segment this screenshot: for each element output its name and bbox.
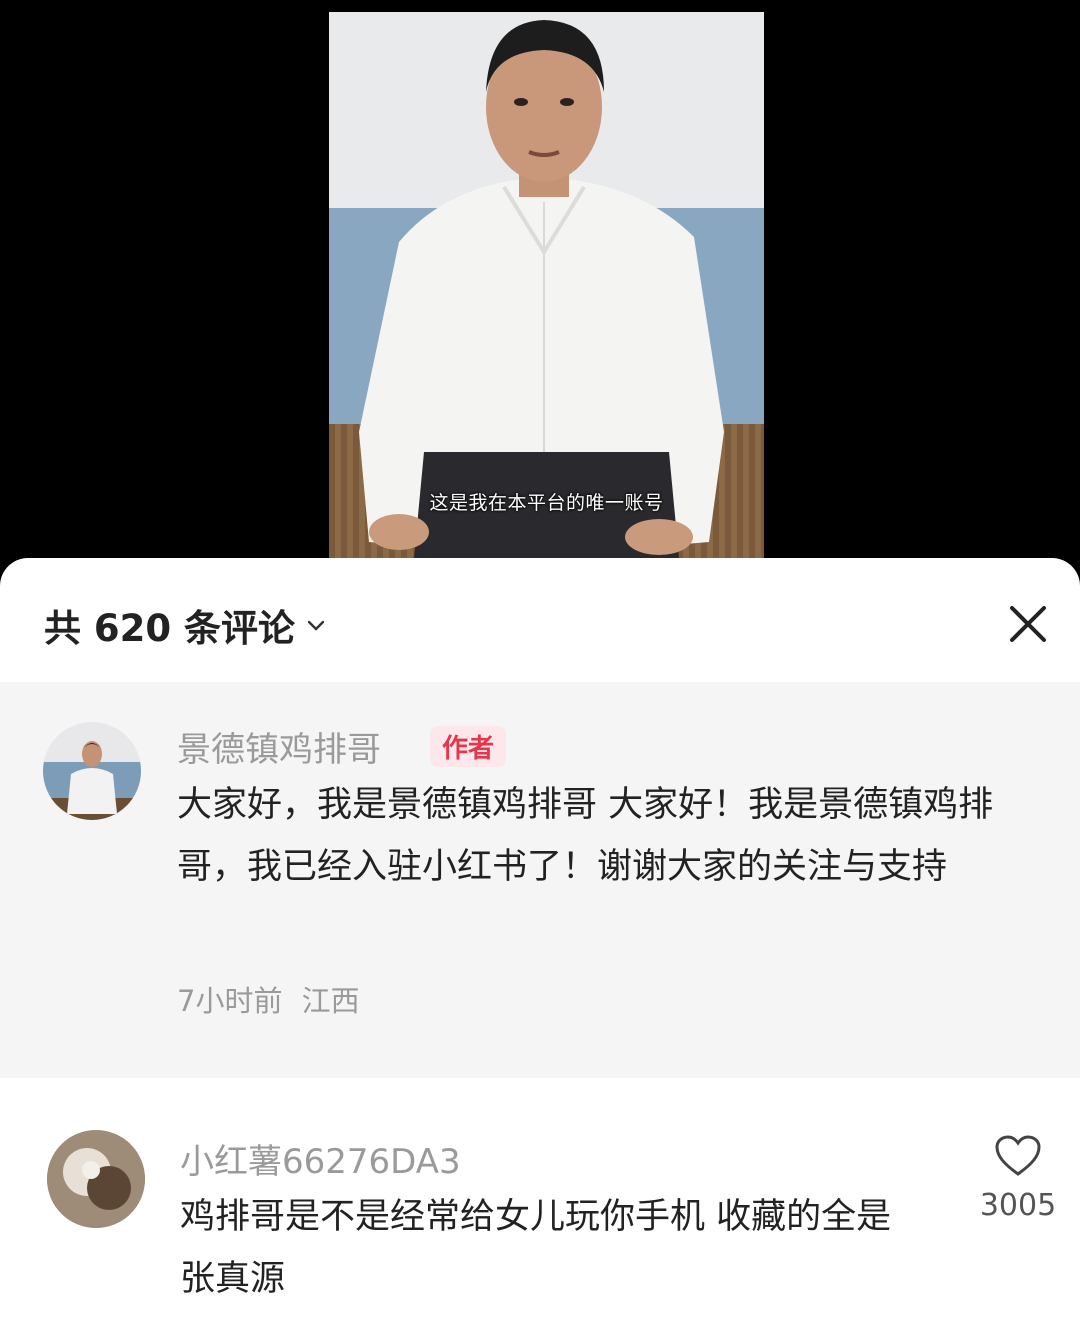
comment-meta: 7小时前 江西 bbox=[177, 978, 360, 1020]
avatar[interactable] bbox=[43, 722, 141, 820]
list-item[interactable]: 小红薯66276DA3 鸡排哥是不是经常给女儿玩你手机 收藏的全是张真源 300… bbox=[0, 1078, 1080, 1332]
video-person bbox=[359, 20, 724, 558]
like-button[interactable]: 3005 bbox=[976, 1134, 1060, 1223]
comment-count-title: 共 620 条评论 bbox=[44, 607, 295, 650]
comment-text: 鸡排哥是不是经常给女儿玩你手机 收藏的全是张真源 bbox=[180, 1197, 892, 1299]
comments-sheet: 共 620 条评论 景德镇鸡排哥 作者 大家好，我是景德镇鸡排哥 大家好！我是景… bbox=[0, 558, 1080, 1332]
comment-username[interactable]: 小红薯66276DA3 bbox=[180, 1134, 461, 1183]
avatar[interactable] bbox=[47, 1130, 145, 1228]
comment-time: 7小时前 bbox=[177, 984, 283, 1018]
comment-count-toggle[interactable]: 共 620 条评论 bbox=[44, 598, 327, 652]
comments-header: 共 620 条评论 bbox=[0, 558, 1080, 682]
author-comment[interactable]: 景德镇鸡排哥 作者 大家好，我是景德镇鸡排哥 大家好！我是景德镇鸡排哥，我已经入… bbox=[0, 682, 1080, 1078]
heart-icon bbox=[995, 1135, 1041, 1176]
like-count: 3005 bbox=[979, 1188, 1057, 1223]
comment-text: 大家好，我是景德镇鸡排哥 大家好！我是景德镇鸡排哥，我已经入驻小红书了！谢谢大家… bbox=[177, 785, 994, 887]
video-subtitle: 这是我在本平台的唯一账号 bbox=[429, 492, 664, 514]
author-badge: 作者 bbox=[430, 726, 507, 767]
close-icon[interactable] bbox=[1006, 602, 1050, 646]
comment-location: 江西 bbox=[301, 984, 360, 1018]
video-player[interactable]: 这是我在本平台的唯一账号 bbox=[329, 12, 764, 558]
author-avatar-image bbox=[43, 722, 141, 820]
chevron-down-icon bbox=[307, 620, 325, 631]
user-avatar-image bbox=[47, 1130, 145, 1228]
comment-username[interactable]: 景德镇鸡排哥 bbox=[177, 722, 381, 771]
